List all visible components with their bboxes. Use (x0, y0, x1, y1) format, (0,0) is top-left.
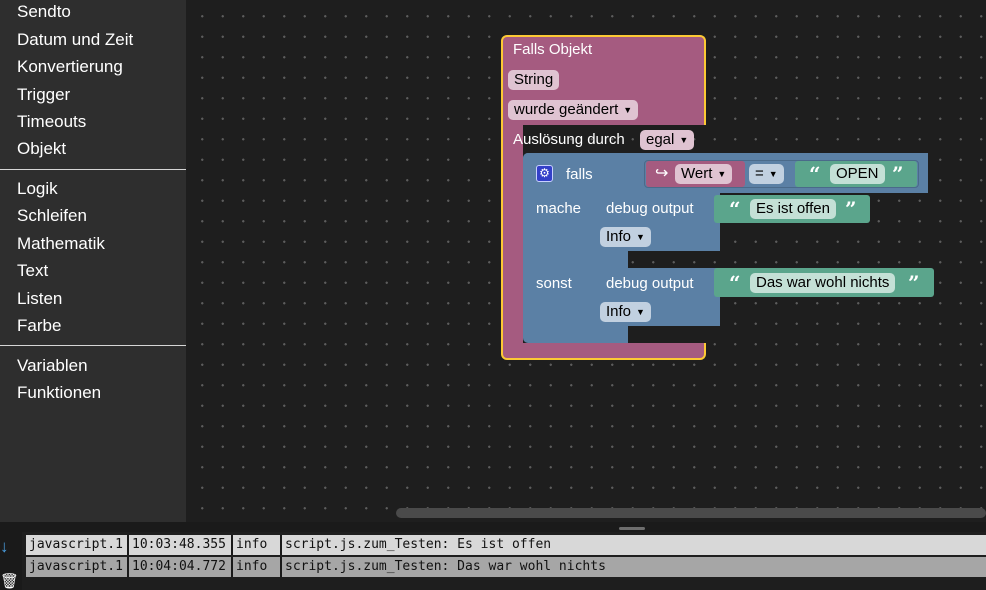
log-message: script.js.zum_Testen: Es ist offen (285, 537, 552, 552)
debug-output-label: debug output (606, 200, 694, 217)
debug-output-label: debug output (606, 275, 694, 292)
operator-value: = (755, 165, 764, 182)
panel-resize-bar[interactable] (0, 522, 986, 532)
gear-icon[interactable]: ⚙ (536, 165, 553, 182)
return-arrow-icon: ↪ (655, 165, 669, 182)
dropdown-arrow-icon: ▼ (636, 307, 645, 317)
toolbox-separator (0, 169, 186, 170)
log-level-value: Info (606, 228, 632, 245)
log-level-dropdown[interactable]: Info ▼ (600, 302, 651, 322)
open-quote-icon: “ (729, 197, 741, 221)
toolbox-category-variablen[interactable]: Variablen (17, 356, 88, 376)
blockly-toolbox: Sendto Datum und Zeit Konvertierung Trig… (0, 0, 186, 522)
toolbox-category-mathematik[interactable]: Mathematik (17, 234, 105, 254)
trigger-by-label: Auslösung durch (513, 131, 625, 148)
log-source: javascript.1 (26, 535, 129, 555)
toolbox-category-listen[interactable]: Listen (17, 289, 62, 309)
log-level-dropdown[interactable]: Info ▼ (600, 227, 651, 247)
log-row: javascript.1 10:03:48.355 info script.js… (26, 535, 986, 555)
then-label: mache (536, 200, 582, 217)
value-label: Wert (681, 165, 713, 182)
workspace-horizontal-scrollbar[interactable] (396, 508, 986, 518)
toolbox-category-timeouts[interactable]: Timeouts (17, 112, 86, 132)
log-message: script.js.zum_Testen: Das war wohl nicht… (285, 559, 606, 574)
else-label: sonst (536, 275, 572, 292)
log-level: info (233, 557, 282, 577)
trash-icon[interactable]: 🗑 (0, 574, 19, 590)
log-level: info (233, 535, 282, 555)
toolbox-category-funktionen[interactable]: Funktionen (17, 383, 101, 403)
condition-value: wurde geändert (514, 101, 619, 118)
text-field[interactable]: OPEN (830, 164, 885, 184)
dropdown-arrow-icon: ▼ (636, 232, 645, 242)
log-source: javascript.1 (26, 557, 129, 577)
toolbox-category-objekt[interactable]: Objekt (17, 139, 66, 159)
dropdown-arrow-icon: ▼ (679, 135, 689, 145)
toolbox-category-logik[interactable]: Logik (17, 179, 58, 199)
open-quote-icon: “ (809, 162, 821, 186)
close-quote-icon: ” (892, 162, 904, 186)
open-quote-icon: “ (729, 271, 741, 295)
resize-grip-icon[interactable] (619, 527, 645, 530)
close-quote-icon: ” (908, 271, 920, 295)
toolbox-category-text[interactable]: Text (17, 261, 48, 281)
toolbox-category-schleifen[interactable]: Schleifen (17, 206, 87, 226)
dropdown-arrow-icon: ▼ (623, 105, 633, 115)
toolbox-category-trigger[interactable]: Trigger (17, 85, 70, 105)
operator-dropdown[interactable]: = ▼ (749, 164, 784, 184)
log-row: javascript.1 10:04:04.772 info script.js… (26, 557, 986, 577)
log-toolbar: ↓ 🗑 (0, 532, 22, 590)
text-field[interactable]: Es ist offen (750, 199, 836, 219)
scroll-to-bottom-icon[interactable]: ↓ (0, 538, 9, 555)
condition-dropdown[interactable]: wurde geändert ▼ (508, 100, 639, 120)
toolbox-category-konvertierung[interactable]: Konvertierung (17, 57, 123, 77)
toolbox-category-datum-und-zeit[interactable]: Datum und Zeit (17, 30, 133, 50)
log-time: 10:03:48.355 (129, 535, 233, 555)
if-label: falls (566, 166, 593, 183)
object-id-field[interactable]: String (508, 70, 560, 90)
toolbox-category-sendto[interactable]: Sendto (17, 2, 71, 22)
dropdown-arrow-icon: ▼ (717, 169, 727, 179)
log-time: 10:04:04.772 (129, 557, 233, 577)
trigger-title: Falls Objekt (513, 41, 593, 58)
toolbox-separator (0, 345, 186, 346)
trigger-by-dropdown[interactable]: egal ▼ (640, 130, 695, 150)
log-level-value: Info (606, 303, 632, 320)
toolbox-category-farbe[interactable]: Farbe (17, 316, 61, 336)
dropdown-arrow-icon: ▼ (768, 169, 778, 179)
text-field[interactable]: Das war wohl nichts (750, 273, 896, 293)
trigger-by-value: egal (646, 131, 675, 148)
value-dropdown[interactable]: Wert ▼ (675, 164, 733, 184)
close-quote-icon: ” (845, 197, 857, 221)
